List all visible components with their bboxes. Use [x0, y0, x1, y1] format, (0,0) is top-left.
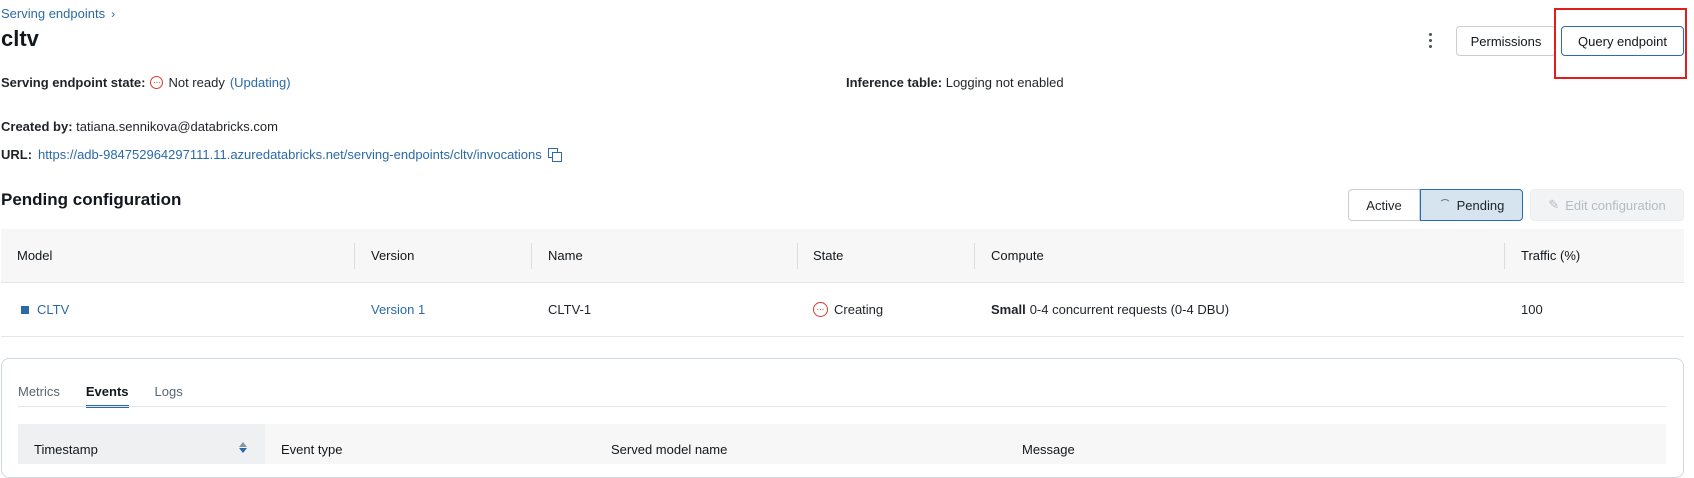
column-header-model: Model: [17, 248, 53, 263]
url-label: URL:: [1, 147, 33, 162]
column-header-served-model-name: Served model name: [611, 442, 728, 457]
column-header-compute: Compute: [991, 248, 1044, 263]
table-row: CLTV Version 1 CLTV-1 ⋯ Creating Small 0…: [1, 283, 1684, 337]
details-tabs: Metrics Events Logs: [18, 384, 183, 408]
events-table-header: [18, 424, 1666, 464]
sort-icon[interactable]: [238, 442, 248, 454]
column-header-traffic: Traffic (%): [1521, 248, 1581, 263]
toggle-pending[interactable]: Pending: [1420, 189, 1523, 221]
page-title: cltv: [1, 26, 39, 51]
permissions-button[interactable]: Permissions: [1456, 26, 1556, 56]
toggle-pending-label: Pending: [1456, 197, 1505, 213]
column-header-name: Name: [548, 248, 583, 263]
compute-size: Small: [991, 302, 1026, 317]
tab-divider: [18, 406, 1666, 407]
endpoint-url-link[interactable]: https://adb-984752964297111.11.azuredata…: [38, 147, 542, 162]
pencil-icon: ✎: [1548, 197, 1560, 212]
inference-value: Logging not enabled: [945, 75, 1064, 90]
model-cell: CLTV: [21, 283, 69, 336]
state-text: Creating: [834, 302, 884, 317]
name-cell: CLTV-1: [548, 302, 592, 317]
tab-metrics[interactable]: Metrics: [18, 384, 60, 408]
version-cell: Version 1: [371, 283, 425, 336]
tab-events[interactable]: Events: [85, 384, 129, 408]
config-toggle: Active Pending: [1348, 189, 1523, 221]
column-header-state: State: [813, 248, 844, 263]
column-header-timestamp[interactable]: Timestamp: [34, 442, 98, 457]
breadcrumb-serving-endpoints[interactable]: Serving endpoints: [1, 6, 105, 21]
served-models-table: Model Version Name State Compute Traffic…: [1, 229, 1684, 337]
created-by-row: Created by: tatiana.sennikova@databricks…: [1, 119, 278, 134]
section-title: Pending configuration: [1, 190, 182, 209]
endpoint-state-row: Serving endpoint state: ⋯ Not ready (Upd…: [1, 75, 291, 90]
copy-icon[interactable]: [547, 147, 562, 162]
not-ready-icon: ⋯: [813, 302, 828, 317]
created-value: tatiana.sennikova@databricks.com: [76, 119, 278, 134]
url-row: URL: https://adb-984752964297111.11.azur…: [1, 147, 562, 162]
edit-configuration-label: Edit configuration: [1565, 197, 1666, 213]
model-icon: [21, 305, 29, 314]
traffic-cell: 100: [1521, 302, 1543, 317]
inference-table-row: Inference table: Logging not enabled: [846, 75, 1064, 90]
version-link[interactable]: Version 1: [371, 302, 425, 317]
chevron-right-icon: ›: [111, 6, 116, 21]
column-header-event-type: Event type: [281, 442, 343, 457]
column-header-message: Message: [1022, 442, 1075, 457]
state-cell: ⋯ Creating: [813, 283, 883, 336]
edit-configuration-button[interactable]: ✎ Edit configuration: [1530, 189, 1684, 221]
state-label: Serving endpoint state:: [1, 75, 146, 90]
model-link[interactable]: CLTV: [37, 302, 69, 317]
table-header: Model Version Name State Compute Traffic…: [1, 229, 1684, 283]
tab-logs[interactable]: Logs: [155, 384, 183, 408]
not-ready-icon: ⋯: [150, 76, 164, 89]
compute-detail: 0-4 concurrent requests (0-4 DBU): [1029, 302, 1230, 317]
breadcrumb: Serving endpoints ›: [1, 6, 115, 21]
column-header-version: Version: [371, 248, 415, 263]
spinner-icon: [1438, 199, 1451, 211]
kebab-menu-icon[interactable]: [1422, 30, 1438, 50]
highlight-box: [1554, 8, 1687, 79]
toggle-active[interactable]: Active: [1348, 189, 1420, 221]
state-value: Not ready: [168, 75, 225, 90]
inference-label: Inference table:: [846, 75, 943, 90]
state-detail: (Updating): [229, 75, 291, 90]
created-label: Created by:: [1, 119, 73, 134]
compute-cell: Small 0-4 concurrent requests (0-4 DBU): [991, 283, 1229, 336]
